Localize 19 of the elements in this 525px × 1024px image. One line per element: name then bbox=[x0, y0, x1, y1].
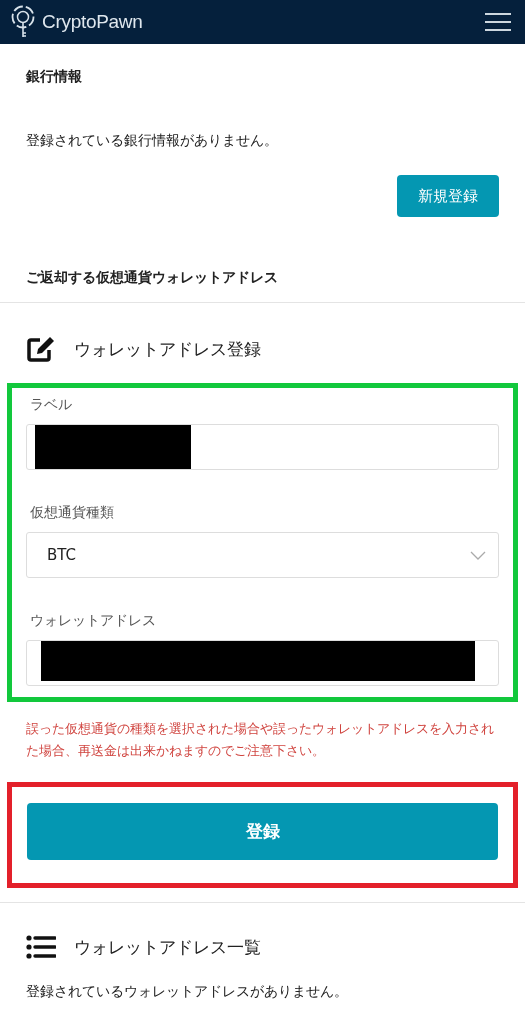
edit-icon bbox=[26, 335, 56, 363]
section-title: 銀行情報 bbox=[26, 68, 83, 86]
redacted-input-field[interactable] bbox=[26, 640, 499, 686]
section-title: ご返却する仮想通貨ウォレットアドレス bbox=[26, 269, 279, 287]
warning-text: 誤った仮想通貨の種類を選択された場合や誤ったウォレットアドレスを入力された場合、再送金は出来かねますのでご注意下さい。 bbox=[26, 720, 495, 760]
chevron-down-icon bbox=[470, 550, 486, 560]
empty-message: 登録されている銀行情報がありません。 bbox=[26, 132, 279, 150]
coin-key-icon bbox=[10, 5, 36, 39]
currency-select[interactable]: BTC bbox=[26, 532, 499, 578]
list-title: ウォレットアドレス一覧 bbox=[74, 935, 261, 959]
redacted-input-field[interactable] bbox=[26, 424, 499, 470]
menu-icon[interactable] bbox=[484, 12, 512, 32]
list-icon bbox=[26, 935, 56, 959]
form-title: ウォレットアドレス登録 bbox=[74, 337, 261, 361]
field-label: ウォレットアドレス bbox=[30, 612, 157, 630]
field-label: ラベル bbox=[30, 396, 73, 414]
field-label: 仮想通貨種類 bbox=[30, 504, 115, 522]
empty-message: 登録されているウォレットアドレスがありません。 bbox=[26, 983, 349, 1001]
logo-text[interactable]: CryptoPawn bbox=[42, 11, 143, 33]
